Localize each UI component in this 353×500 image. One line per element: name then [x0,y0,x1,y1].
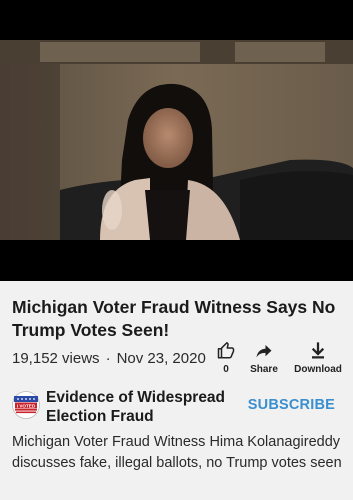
like-button[interactable]: 0 [216,342,236,375]
video-title: Michigan Voter Fraud Witness Says No Tru… [12,297,336,340]
view-count: 19,152 views [12,350,100,367]
video-still [0,40,353,240]
share-icon [256,345,272,358]
subscribe-button[interactable]: SUBSCRIBE [248,397,335,413]
share-button[interactable]: Share [246,342,282,375]
like-count: 0 [223,364,229,375]
logo-text: I VOTED [17,403,36,408]
video-stats: 19,152 views · Nov 23, 2020 [12,350,206,367]
download-label: Download [294,364,342,375]
video-description: Michigan Voter Fraud Witness Hima Kolana… [12,434,342,471]
video-frame [0,40,353,240]
stats-separator: · [105,350,111,367]
share-label: Share [250,364,278,375]
channel-name[interactable]: Evidence of Widespread Election Fraud [46,388,246,426]
video-player[interactable] [0,0,353,281]
channel-avatar[interactable]: I VOTED [12,391,40,419]
download-icon [311,342,325,359]
i-voted-sticker-icon: I VOTED [12,391,40,419]
download-button[interactable]: Download [291,342,345,375]
thumbs-up-icon [217,342,235,359]
publish-date: Nov 23, 2020 [116,350,206,367]
